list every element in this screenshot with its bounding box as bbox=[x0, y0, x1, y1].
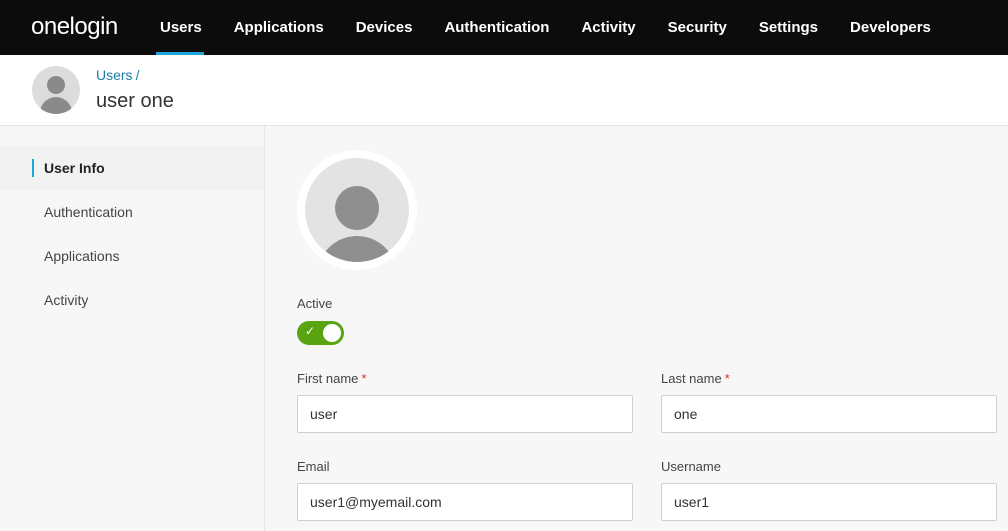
sidebar: User Info Authentication Applications Ac… bbox=[0, 126, 265, 531]
avatar-head-icon bbox=[47, 76, 65, 94]
required-marker: * bbox=[724, 371, 730, 386]
nav-item-applications[interactable]: Applications bbox=[218, 0, 340, 55]
top-nav-bar: onelogin Users Applications Devices Auth… bbox=[0, 0, 1008, 55]
nav-item-users[interactable]: Users bbox=[156, 0, 218, 55]
page-header: Users / user one bbox=[0, 55, 1008, 126]
first-name-label-text: First name bbox=[297, 371, 359, 386]
active-toggle[interactable]: ✓ bbox=[297, 321, 344, 345]
nav-item-activity[interactable]: Activity bbox=[565, 0, 651, 55]
email-field[interactable] bbox=[297, 483, 633, 521]
required-marker: * bbox=[361, 371, 367, 386]
sidebar-item-user-info[interactable]: User Info bbox=[0, 146, 264, 190]
email-label: Email bbox=[297, 459, 330, 474]
nav-item-developers[interactable]: Developers bbox=[834, 0, 947, 55]
user-info-panel: Active ✓ First name* Last name* Email Us… bbox=[265, 126, 1008, 531]
nav-item-security[interactable]: Security bbox=[652, 0, 743, 55]
user-avatar-small bbox=[32, 66, 80, 114]
first-name-label: First name * bbox=[297, 371, 366, 386]
onelogin-logo[interactable]: onelogin bbox=[31, 13, 118, 41]
user-avatar-large[interactable] bbox=[297, 150, 417, 270]
breadcrumb-separator: / bbox=[135, 67, 140, 83]
active-label: Active bbox=[297, 296, 333, 311]
breadcrumb-users-link[interactable]: Users bbox=[96, 67, 133, 83]
nav-item-authentication[interactable]: Authentication bbox=[428, 0, 565, 55]
sidebar-item-applications[interactable]: Applications bbox=[0, 234, 264, 278]
nav-item-devices[interactable]: Devices bbox=[340, 0, 429, 55]
avatar-head-icon bbox=[335, 186, 379, 230]
breadcrumb: Users / bbox=[96, 67, 139, 83]
last-name-label-text: Last name bbox=[661, 371, 722, 386]
sidebar-item-authentication[interactable]: Authentication bbox=[0, 190, 264, 234]
avatar-body-icon bbox=[40, 97, 72, 114]
last-name-label: Last name * bbox=[661, 371, 730, 386]
check-icon: ✓ bbox=[305, 324, 316, 338]
username-label: Username bbox=[661, 459, 721, 474]
main-nav: Users Applications Devices Authenticatio… bbox=[156, 0, 947, 55]
avatar-placeholder-icon bbox=[305, 158, 409, 262]
last-name-field[interactable] bbox=[661, 395, 997, 433]
username-field[interactable] bbox=[661, 483, 997, 521]
toggle-knob bbox=[323, 324, 341, 342]
page-title: user one bbox=[96, 90, 174, 112]
first-name-field[interactable] bbox=[297, 395, 633, 433]
avatar-body-icon bbox=[317, 236, 397, 262]
sidebar-item-activity[interactable]: Activity bbox=[0, 278, 264, 322]
nav-item-settings[interactable]: Settings bbox=[743, 0, 834, 55]
